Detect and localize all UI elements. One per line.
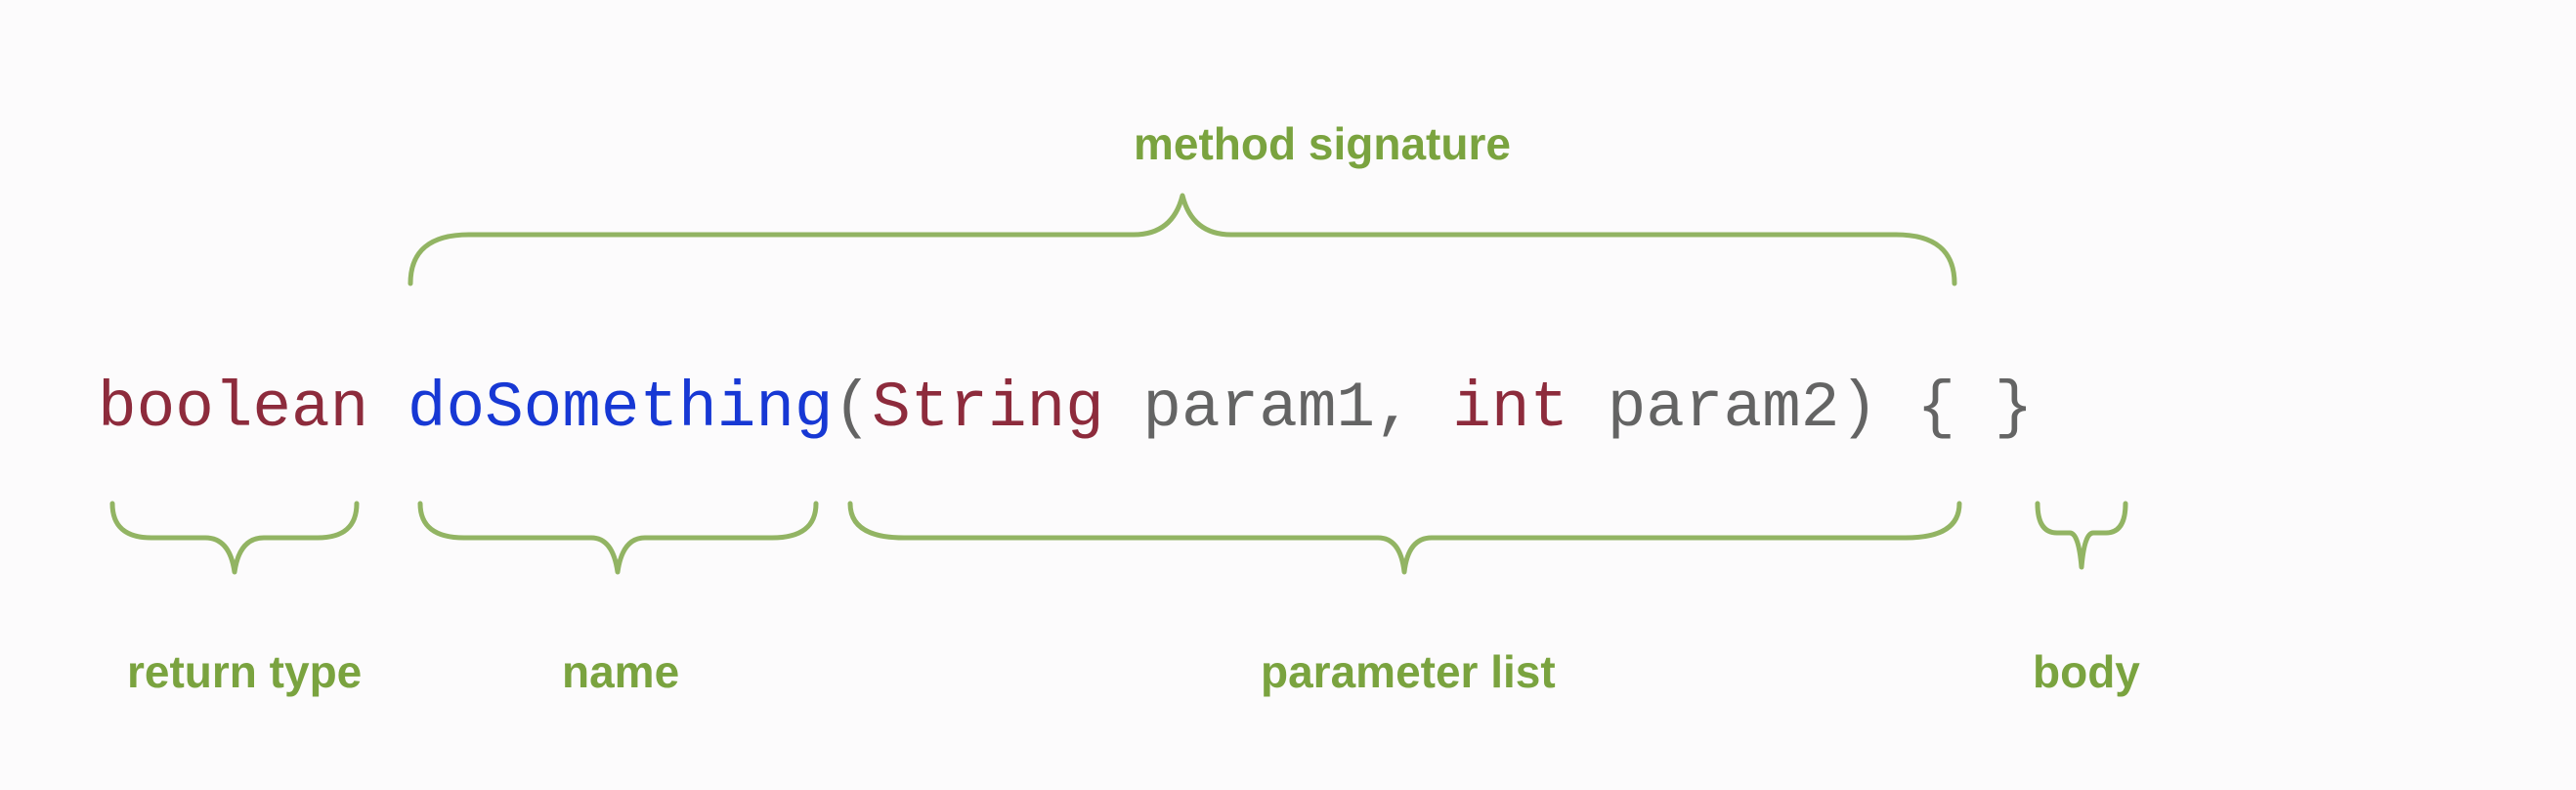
brace-parameter-list (836, 489, 1974, 587)
token-param2-name: param2 (1608, 372, 1840, 445)
token-comma: , (1375, 372, 1452, 445)
token-brace-open: { (1917, 372, 1956, 445)
label-return-type: return type (127, 645, 362, 698)
token-brace-close: } (1995, 372, 2034, 445)
token-paren-open: ( (834, 372, 873, 445)
token-paren-close: ) (1839, 372, 1878, 445)
token-return-type: boolean (98, 372, 368, 445)
label-body: body (2033, 645, 2140, 698)
token-method-name: doSomething (408, 372, 834, 445)
label-method-signature: method signature (1134, 117, 1511, 170)
token-param1-type: String (872, 372, 1104, 445)
diagram-root: method signature boolean doSomething(Str… (0, 0, 2576, 790)
token-space (1878, 372, 1917, 445)
token-param2-type: int (1452, 372, 1568, 445)
token-space (1955, 372, 1995, 445)
token-space (1568, 372, 1608, 445)
brace-name (406, 489, 831, 587)
label-parameter-list: parameter list (1261, 645, 1556, 698)
token-space (1104, 372, 1143, 445)
token-param1-name: param1 (1142, 372, 1375, 445)
label-name: name (562, 645, 679, 698)
code-line: boolean doSomething(String param1, int p… (98, 372, 2033, 445)
token-space (368, 372, 408, 445)
brace-method-signature (391, 186, 1974, 303)
brace-return-type (98, 489, 371, 587)
brace-body (2023, 489, 2140, 587)
